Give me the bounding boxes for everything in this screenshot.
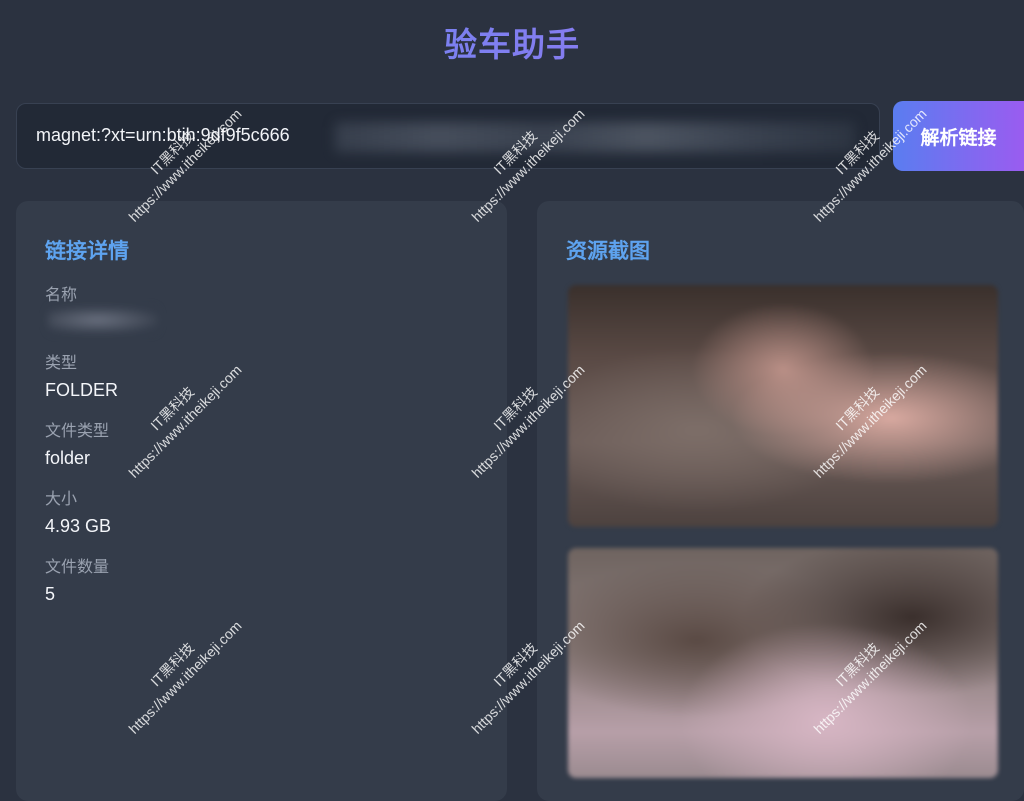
field-name: 名称: [45, 285, 77, 305]
field-file-type: 文件类型 folder: [45, 421, 109, 469]
page-title: 验车助手: [0, 18, 1024, 66]
resource-screenshot-2[interactable]: [568, 548, 998, 778]
field-type: 类型 FOLDER: [45, 353, 118, 401]
field-file-type-value: folder: [45, 448, 91, 468]
field-file-count-label: 文件数量: [45, 557, 110, 576]
field-file-count-value: 5: [45, 584, 56, 604]
magnet-link-value: magnet:?xt=urn:btih:9df9f5c666: [36, 125, 290, 145]
field-type-label: 类型: [45, 353, 78, 372]
field-file-type-label: 文件类型: [45, 421, 110, 440]
field-size: 大小 4.93 GB: [45, 489, 111, 537]
field-size-value: 4.93 GB: [45, 516, 112, 536]
parse-link-button[interactable]: 解析链接: [893, 101, 1024, 171]
field-size-label: 大小: [45, 489, 78, 508]
field-name-label: 名称: [45, 285, 78, 304]
redacted-name-value: [48, 307, 158, 333]
field-file-count: 文件数量 5: [45, 557, 109, 605]
resource-screenshot-1[interactable]: [568, 285, 998, 527]
field-type-value: FOLDER: [45, 380, 119, 400]
redacted-hash: [335, 122, 855, 152]
magnet-link-input[interactable]: magnet:?xt=urn:btih:9df9f5c666: [16, 103, 880, 169]
link-details-heading: 链接详情: [45, 239, 129, 263]
link-details-panel: 链接详情 名称 类型 FOLDER 文件类型 folder 大小 4.93 GB…: [16, 201, 507, 801]
screenshots-heading: 资源截图: [566, 239, 650, 263]
